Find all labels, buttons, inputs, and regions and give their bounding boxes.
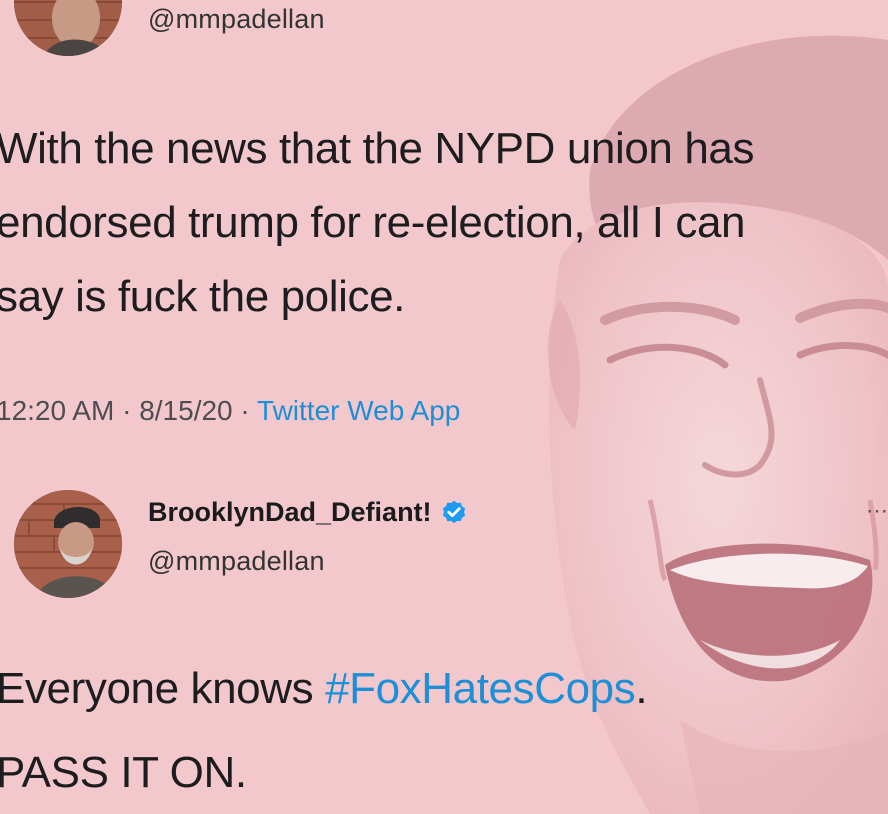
author-handle[interactable]: @mmpadellan: [148, 4, 325, 35]
separator: ·: [122, 395, 132, 426]
tweet-source-link[interactable]: Twitter Web App: [257, 395, 460, 426]
tweet-body: With the news that the NYPD union has en…: [0, 112, 884, 334]
tweet-text-line: PASS IT ON.: [0, 748, 247, 797]
author-display-name[interactable]: BrooklynDad_Defiant!: [148, 497, 468, 528]
avatar[interactable]: [14, 490, 122, 598]
tweet-text-line: With the news that the NYPD union has: [0, 124, 755, 173]
tweet-text: .: [635, 664, 648, 713]
more-dots-icon[interactable]: ⋯: [866, 498, 888, 524]
tweet-screenshot: @mmpadellan With the news that the NYPD …: [0, 0, 888, 814]
author-handle[interactable]: @mmpadellan: [148, 546, 325, 577]
hashtag-link[interactable]: #FoxHatesCops: [325, 664, 636, 713]
tweet-text-line: Everyone knows #FoxHatesCops.: [0, 664, 648, 714]
display-name-text: BrooklynDad_Defiant!: [148, 497, 432, 527]
avatar[interactable]: [14, 0, 122, 56]
tweet-date[interactable]: 8/15/20: [139, 395, 232, 426]
verified-badge-icon: [440, 499, 468, 527]
tweet-metadata: 12:20 AM · 8/15/20 · Twitter Web App: [0, 395, 460, 427]
tweet-text: Everyone knows: [0, 664, 326, 713]
tweet-time[interactable]: 12:20 AM: [0, 395, 114, 426]
tweet-text-line: say is fuck the police.: [0, 272, 405, 321]
tweet-text-line: endorsed trump for re-election, all I ca…: [0, 198, 746, 247]
separator: ·: [240, 395, 250, 426]
